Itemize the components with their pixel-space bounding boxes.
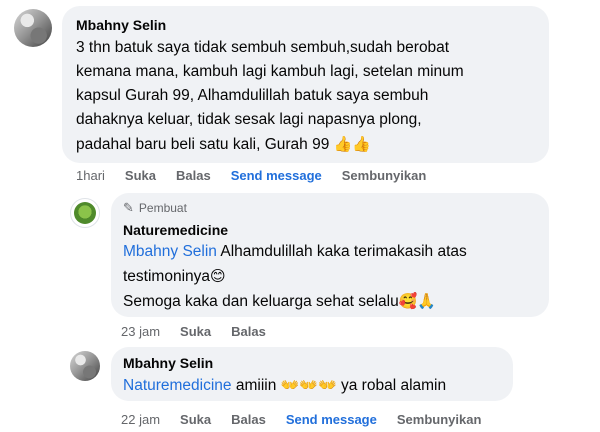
- author-badge: ✎ Pembuat: [123, 200, 537, 216]
- comment-line: padahal baru beli satu kali, Gurah 99 👍👍: [76, 132, 535, 157]
- reply-author[interactable]: Naturemedicine: [123, 221, 537, 239]
- comment-author[interactable]: Mbahny Selin: [76, 16, 535, 34]
- reply-author[interactable]: Mbahny Selin: [123, 354, 501, 372]
- badge-label: Pembuat: [138, 201, 187, 215]
- like-button[interactable]: Suka: [180, 324, 211, 339]
- reply-text-a: amiiin: [231, 377, 281, 394]
- mention-link[interactable]: Mbahny Selin: [123, 243, 217, 260]
- like-button[interactable]: Suka: [180, 412, 211, 427]
- reply-text: Mbahny Selin Alhamdulillah kaka terimaka…: [123, 240, 537, 314]
- reply-actions: 22 jam Suka Balas Send message Sembunyik…: [121, 410, 501, 428]
- reply-actions: 23 jam Suka Balas: [121, 322, 286, 340]
- hide-button[interactable]: Sembunyikan: [397, 412, 482, 427]
- comment-line: 3 thn batuk saya tidak sembuh sembuh,sud…: [76, 39, 450, 56]
- comment-line-text: padahal baru beli satu kali, Gurah 99: [76, 136, 330, 153]
- avatar[interactable]: [70, 351, 100, 381]
- comment-line: kemana mana, kambuh lagi kambuh lagi, se…: [76, 63, 464, 80]
- reply-button[interactable]: Balas: [231, 324, 266, 339]
- pencil-icon: ✎: [123, 200, 134, 215]
- reply-line: Semoga kaka dan keluarga sehat selalu🥰🙏: [123, 289, 537, 314]
- smile-icon: 😊: [210, 267, 226, 285]
- comment-line: dahaknya keluar, tidak sesak lagi napasn…: [76, 111, 422, 128]
- page-avatar[interactable]: [70, 198, 100, 228]
- timestamp[interactable]: 23 jam: [121, 324, 160, 339]
- leaf-logo-icon: [74, 202, 96, 224]
- reply-text-b: ya robal alamin: [336, 377, 447, 394]
- comment-line: kapsul Gurah 99, Alhamdulillah batuk say…: [76, 87, 429, 104]
- timestamp[interactable]: 22 jam: [121, 412, 160, 427]
- send-message-button[interactable]: Send message: [286, 412, 377, 427]
- hide-button[interactable]: Sembunyikan: [342, 168, 427, 183]
- open-hands-icon: 👐👐👐: [280, 376, 337, 394]
- reply-text: Naturemedicine amiiin 👐👐👐 ya robal alami…: [123, 373, 501, 398]
- comment-text: 3 thn batuk saya tidak sembuh sembuh,sud…: [76, 36, 535, 157]
- avatar[interactable]: [14, 9, 52, 47]
- reply-button[interactable]: Balas: [231, 412, 266, 427]
- like-button[interactable]: Suka: [125, 168, 156, 183]
- timestamp[interactable]: 1hari: [76, 168, 105, 183]
- reply-line-text: Semoga kaka dan keluarga sehat selalu: [123, 293, 399, 310]
- comment-bubble: Mbahny Selin 3 thn batuk saya tidak semb…: [62, 6, 549, 163]
- reply-line: testimoninya😊: [123, 264, 537, 289]
- reply-line-text: testimoninya: [123, 268, 211, 285]
- reply-line: Mbahny Selin Alhamdulillah kaka terimaka…: [123, 240, 537, 264]
- reply-bubble: Mbahny Selin Naturemedicine amiiin 👐👐👐 y…: [111, 347, 513, 401]
- reply-button[interactable]: Balas: [176, 168, 211, 183]
- thumbs-up-icon: 👍👍: [333, 135, 372, 153]
- mention-link[interactable]: Naturemedicine: [123, 377, 232, 394]
- send-message-button[interactable]: Send message: [231, 168, 322, 183]
- comment-actions: 1hari Suka Balas Send message Sembunyika…: [76, 166, 446, 184]
- reply-line-text: Alhamdulillah kaka terimakasih atas: [216, 243, 467, 260]
- reply-bubble: ✎ Pembuat Naturemedicine Mbahny Selin Al…: [111, 193, 549, 317]
- hearts-pray-icon: 🥰🙏: [398, 292, 437, 310]
